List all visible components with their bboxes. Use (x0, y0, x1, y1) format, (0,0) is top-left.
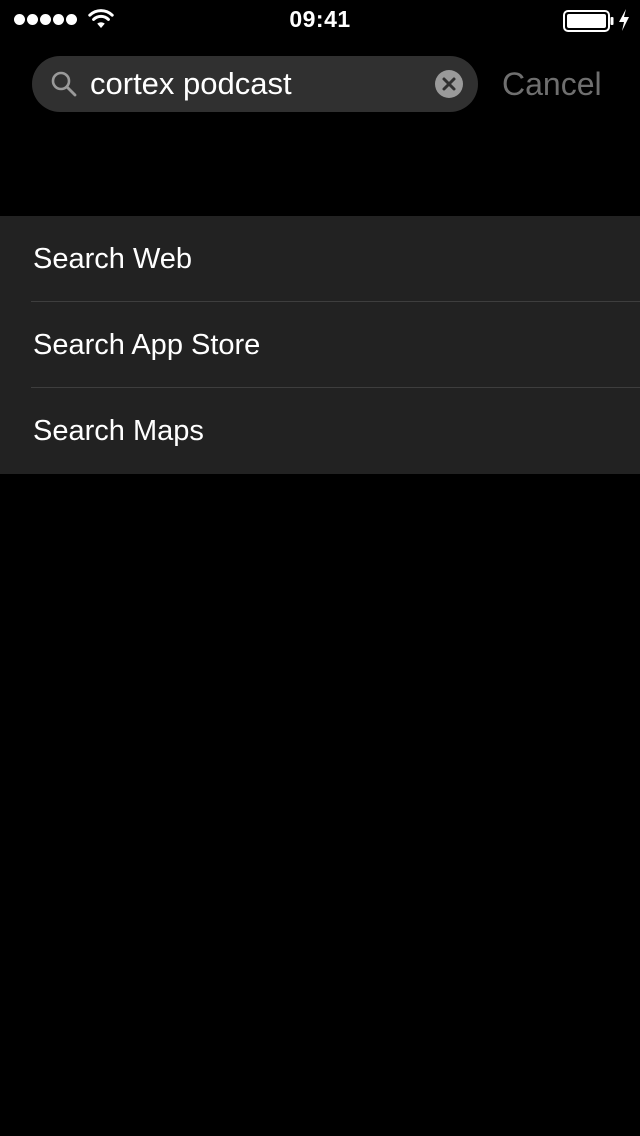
charging-bolt-icon (619, 9, 629, 31)
search-app-store-item[interactable]: Search App Store (0, 302, 640, 388)
search-suggestions-list: Search Web Search App Store Search Maps (0, 216, 640, 474)
search-input[interactable] (90, 56, 420, 112)
search-field[interactable] (32, 56, 478, 112)
status-time: 09:41 (289, 6, 351, 32)
list-item-label: Search Maps (33, 415, 204, 447)
list-item-label: Search Web (33, 243, 193, 275)
search-icon (51, 71, 77, 97)
list-item-label: Search App Store (33, 329, 261, 361)
cancel-button[interactable]: Cancel (502, 64, 602, 104)
battery-icon (563, 10, 614, 32)
search-maps-item[interactable]: Search Maps (0, 388, 640, 474)
search-web-item[interactable]: Search Web (0, 216, 640, 302)
clear-search-icon[interactable] (434, 69, 464, 99)
status-bar: 09:41 (0, 0, 640, 40)
